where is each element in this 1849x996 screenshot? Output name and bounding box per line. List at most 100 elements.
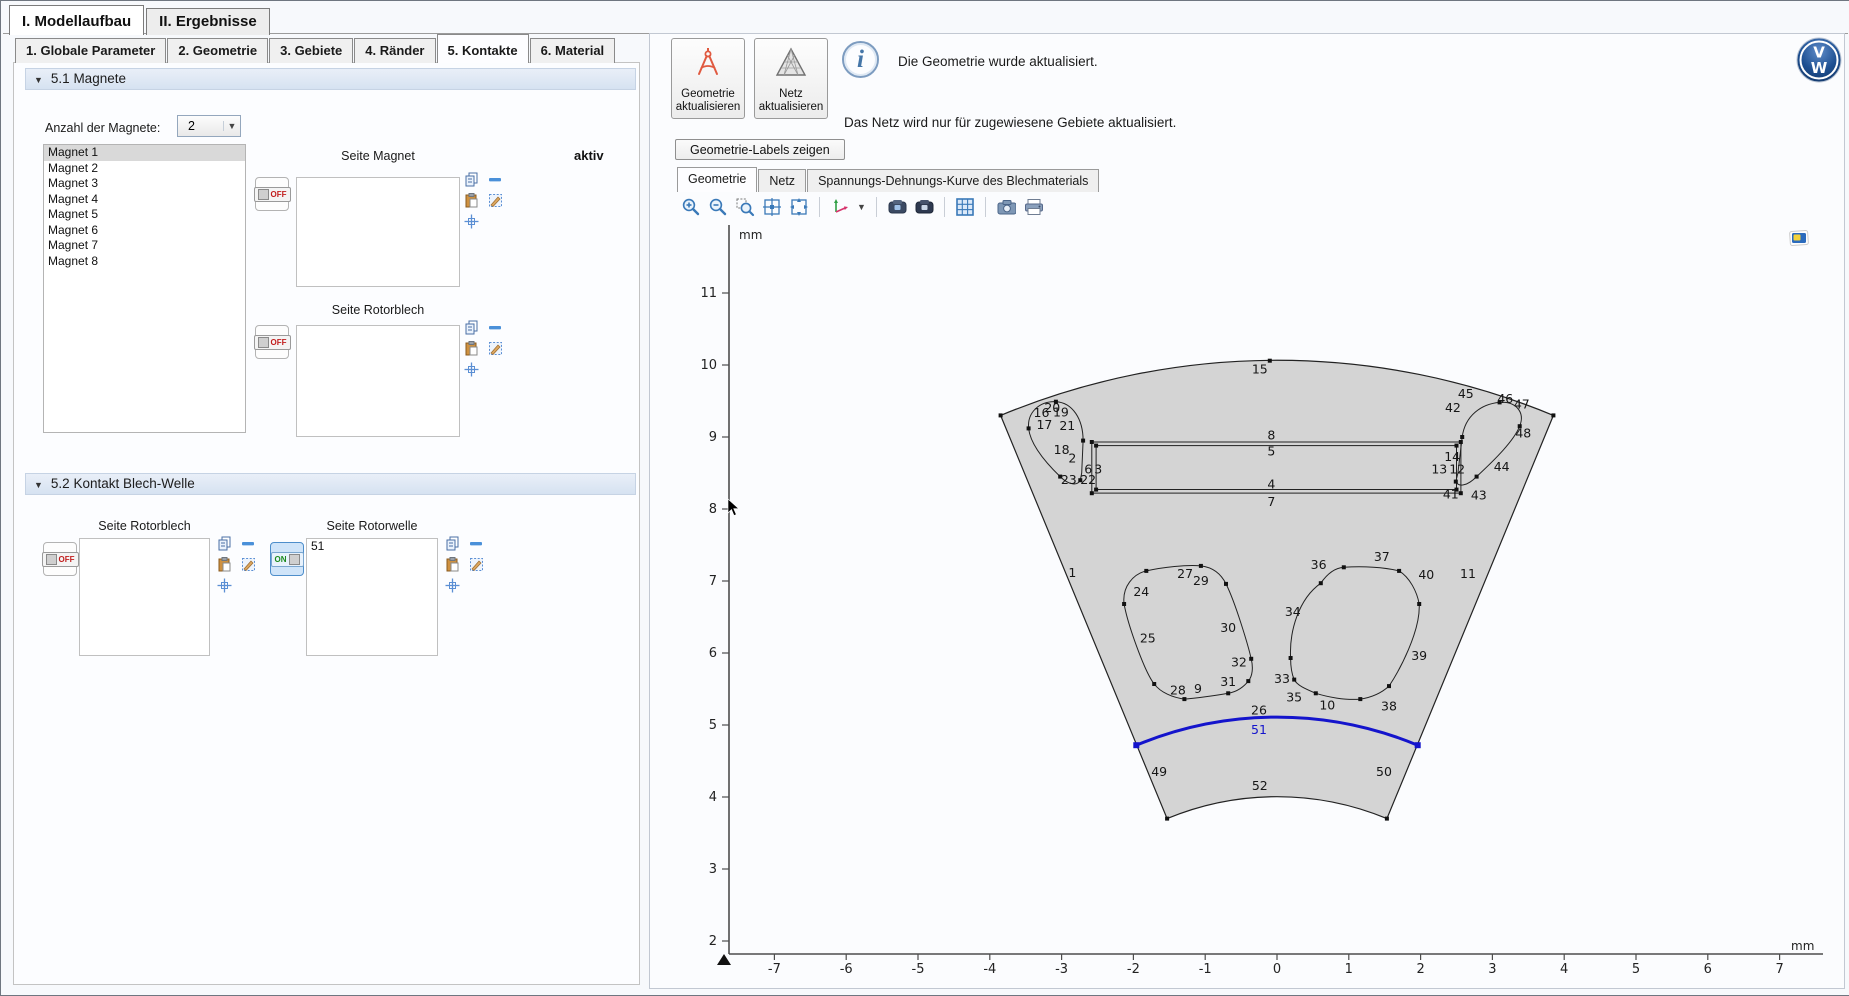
snapshot-icon[interactable]	[996, 197, 1016, 217]
seite-magnet-toggle[interactable]: OFF	[255, 177, 289, 211]
magnet-list-item-2[interactable]: Magnet 2	[44, 161, 245, 177]
toolbar-separator	[944, 197, 945, 217]
svg-text:7: 7	[1267, 494, 1275, 509]
view-orientation-icon[interactable]	[830, 197, 850, 217]
seite-rotorblech-toggle[interactable]: OFF	[255, 325, 289, 359]
geometry-plot[interactable]: -7-6-5-4-3-2-101234567234567891011mmmm12…	[671, 221, 1829, 979]
kontakt-rotorblech-toggle[interactable]: OFF	[43, 542, 77, 576]
graphics-toolbar: ▼	[681, 195, 1043, 219]
svg-text:-4: -4	[983, 962, 996, 977]
magnet-list-item-5[interactable]: Magnet 5	[44, 207, 245, 223]
seite-magnet-selection-box[interactable]	[296, 177, 460, 287]
main-tab-1[interactable]: I. Modellaufbau	[9, 5, 144, 35]
setup-tab-5[interactable]: 5. Kontakte	[437, 34, 529, 63]
svg-text:-3: -3	[1055, 962, 1068, 977]
svg-text:10: 10	[700, 358, 717, 373]
zoom-to-selection-icon[interactable]	[214, 576, 234, 596]
svg-text:44: 44	[1494, 459, 1510, 474]
paste-icon[interactable]	[214, 555, 234, 575]
setup-tab-4[interactable]: 4. Ränder	[354, 38, 435, 63]
view-tab-2[interactable]: Netz	[758, 169, 806, 192]
svg-text:1: 1	[1068, 565, 1076, 580]
grid-icon[interactable]	[955, 197, 975, 217]
svg-text:35: 35	[1286, 690, 1302, 705]
remove-icon[interactable]	[485, 170, 505, 190]
compass-icon	[690, 45, 726, 84]
zoom-fit-icon[interactable]	[789, 197, 809, 217]
svg-text:51: 51	[1251, 722, 1267, 737]
zoom-to-selection-icon[interactable]	[461, 360, 481, 380]
update-mesh-button[interactable]: Netzaktualisieren	[754, 38, 828, 119]
svg-text:41: 41	[1443, 487, 1459, 502]
magnet-list-item-7[interactable]: Magnet 7	[44, 238, 245, 254]
toggle-state: OFF	[271, 190, 287, 199]
svg-text:5: 5	[1632, 962, 1640, 977]
copy-icon[interactable]	[461, 170, 481, 190]
remove-icon[interactable]	[485, 318, 505, 338]
svg-text:37: 37	[1374, 549, 1390, 564]
section-header-magnete[interactable]: ▼5.1 Magnete	[25, 68, 636, 90]
svg-text:49: 49	[1151, 764, 1167, 779]
setup-tab-6[interactable]: 6. Material	[530, 38, 616, 63]
magnet-list-item-4[interactable]: Magnet 4	[44, 192, 245, 208]
clear-selection-icon[interactable]	[466, 555, 486, 575]
seite-magnet-label: Seite Magnet	[296, 149, 460, 163]
selected-boundary-item[interactable]: 51	[307, 539, 437, 555]
zoom-to-selection-icon[interactable]	[442, 576, 462, 596]
seite-rotorblech-selection-box[interactable]	[296, 325, 460, 437]
svg-text:48: 48	[1515, 425, 1531, 440]
magnet-list-item-1[interactable]: Magnet 1	[44, 145, 245, 161]
svg-text:38: 38	[1381, 698, 1397, 713]
magnet-list-item-8[interactable]: Magnet 8	[44, 254, 245, 270]
toggle-knob	[289, 554, 300, 565]
kontakt-rotorblech-selection-box[interactable]	[79, 538, 210, 656]
zoom-extents-icon[interactable]	[762, 197, 782, 217]
update-geometry-button[interactable]: Geometrieaktualisieren	[671, 38, 745, 119]
svg-text:8: 8	[709, 502, 717, 517]
paste-icon[interactable]	[442, 555, 462, 575]
zoom-out-icon[interactable]	[708, 197, 728, 217]
section-header-kontakt[interactable]: ▼5.2 Kontakt Blech-Welle	[25, 473, 636, 495]
copy-icon[interactable]	[442, 534, 462, 554]
copy-icon[interactable]	[214, 534, 234, 554]
magnet-count-dropdown[interactable]: 2 ▼	[177, 115, 241, 137]
setup-tab-3[interactable]: 3. Gebiete	[269, 38, 353, 63]
clear-selection-icon[interactable]	[238, 555, 258, 575]
main-tab-2[interactable]: II. Ergebnisse	[146, 8, 270, 35]
remove-icon[interactable]	[238, 534, 258, 554]
aktiv-label: aktiv	[574, 148, 604, 163]
mesh-icon	[773, 45, 809, 84]
show-geometry-labels-button[interactable]: Geometrie-Labels zeigen	[675, 139, 845, 160]
remove-icon[interactable]	[466, 534, 486, 554]
clear-selection-icon[interactable]	[485, 191, 505, 211]
magnet-list[interactable]: Magnet 1Magnet 2Magnet 3Magnet 4Magnet 5…	[43, 144, 246, 433]
copy-icon[interactable]	[461, 318, 481, 338]
svg-text:18: 18	[1054, 442, 1070, 457]
zoom-to-selection-icon[interactable]	[461, 212, 481, 232]
export-image-icon[interactable]	[914, 197, 934, 217]
svg-text:10: 10	[1319, 698, 1335, 713]
svg-text:mm: mm	[739, 228, 762, 242]
setup-tab-1[interactable]: 1. Globale Parameter	[15, 38, 166, 63]
section-title: 5.2 Kontakt Blech-Welle	[51, 476, 195, 491]
kontakt-rotorwelle-toggle[interactable]: ON	[270, 542, 304, 576]
copy-image-icon[interactable]	[887, 197, 907, 217]
plot-image-icon[interactable]	[1789, 230, 1809, 251]
kontakt-rotorwelle-selection-box[interactable]: 51	[306, 538, 438, 656]
dropdown-caret-icon[interactable]: ▼	[857, 202, 866, 212]
magnet-list-item-6[interactable]: Magnet 6	[44, 223, 245, 239]
clear-selection-icon[interactable]	[485, 339, 505, 359]
svg-text:25: 25	[1140, 631, 1156, 646]
view-tab-3[interactable]: Spannungs-Dehnungs-Kurve des Blechmateri…	[807, 169, 1099, 192]
paste-icon[interactable]	[461, 339, 481, 359]
svg-text:-6: -6	[840, 962, 853, 977]
view-tab-1[interactable]: Geometrie	[677, 167, 757, 192]
print-icon[interactable]	[1023, 197, 1043, 217]
toggle-knob	[258, 189, 269, 200]
setup-tab-2[interactable]: 2. Geometrie	[167, 38, 268, 63]
magnet-list-item-3[interactable]: Magnet 3	[44, 176, 245, 192]
paste-icon[interactable]	[461, 191, 481, 211]
svg-text:6: 6	[709, 646, 717, 661]
zoom-box-icon[interactable]	[735, 197, 755, 217]
zoom-in-icon[interactable]	[681, 197, 701, 217]
